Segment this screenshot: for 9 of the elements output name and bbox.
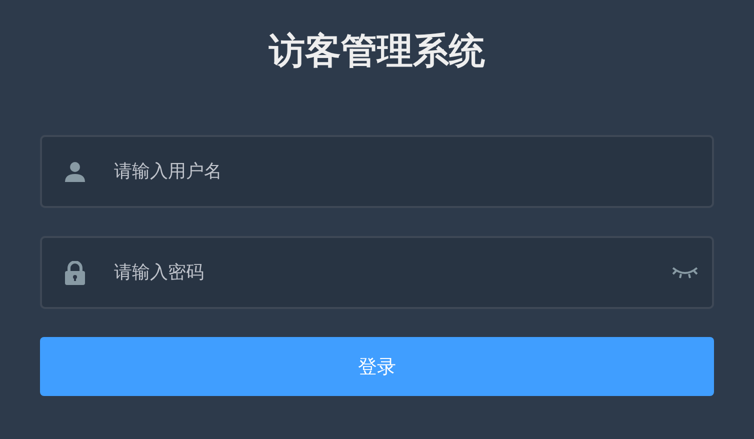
user-icon <box>64 160 86 182</box>
password-input[interactable]: 请输入密码 <box>114 252 672 292</box>
eye-closed-icon[interactable] <box>672 266 698 280</box>
lock-icon <box>64 260 86 284</box>
username-input[interactable]: 请输入用户名 <box>114 152 698 192</box>
password-field[interactable]: 请输入密码 <box>40 236 714 309</box>
username-field[interactable]: 请输入用户名 <box>40 135 714 208</box>
login-button[interactable]: 登录 <box>40 337 714 396</box>
page-title: 访客管理系统 <box>268 30 486 74</box>
